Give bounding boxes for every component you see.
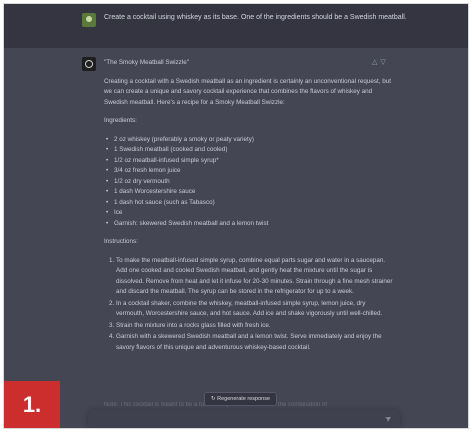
list-item: 1/2 oz dry vermouth [106, 177, 394, 188]
list-item: 2 oz whiskey (preferably a smoky or peat… [106, 135, 394, 146]
list-item: Garnish with a skewered Swedish meatball… [116, 332, 394, 353]
chat-window: Create a cocktail using whiskey as its b… [4, 4, 468, 428]
user-message-row: Create a cocktail using whiskey as its b… [4, 4, 468, 48]
ingredients-list: 2 oz whiskey (preferably a smoky or peat… [104, 135, 394, 230]
send-icon[interactable]: ➤ [383, 413, 393, 424]
list-item: 1/2 oz meatball-infused simple syrup* [106, 156, 394, 167]
list-item: Strain the mixture into a rocks glass fi… [116, 321, 394, 332]
user-message-text: Create a cocktail using whiskey as its b… [104, 14, 407, 21]
list-item: In a cocktail shaker, combine the whiske… [116, 299, 394, 320]
list-item: 1 dash hot sauce (such as Tabasco) [106, 198, 394, 209]
user-avatar [82, 13, 96, 27]
list-item: 1 dash Worcestershire sauce [106, 187, 394, 198]
assistant-avatar [82, 57, 96, 71]
list-item: To make the meatball-infused simple syru… [116, 256, 394, 298]
intro-paragraph: Creating a cocktail with a Swedish meatb… [104, 77, 392, 106]
message-input[interactable]: ➤ [88, 410, 400, 428]
instructions-heading: Instructions: [104, 238, 138, 245]
assistant-message: "The Smoky Meatball Swizzle" Creating a … [104, 58, 394, 354]
ingredients-heading: Ingredients: [104, 117, 137, 124]
cocktail-title: "The Smoky Meatball Swizzle" [104, 59, 189, 66]
list-item: 3/4 oz fresh lemon juice [106, 166, 394, 177]
regenerate-response-button[interactable]: ↻ Regenerate response [204, 392, 278, 406]
instructions-list: To make the meatball-infused simple syru… [104, 256, 394, 354]
step-badge: 1. [4, 381, 60, 428]
list-item: 1 Swedish meatball (cooked and cooled) [106, 145, 394, 156]
list-item: Garnish: skewered Swedish meatball and a… [106, 219, 394, 230]
list-item: Ice [106, 208, 394, 219]
